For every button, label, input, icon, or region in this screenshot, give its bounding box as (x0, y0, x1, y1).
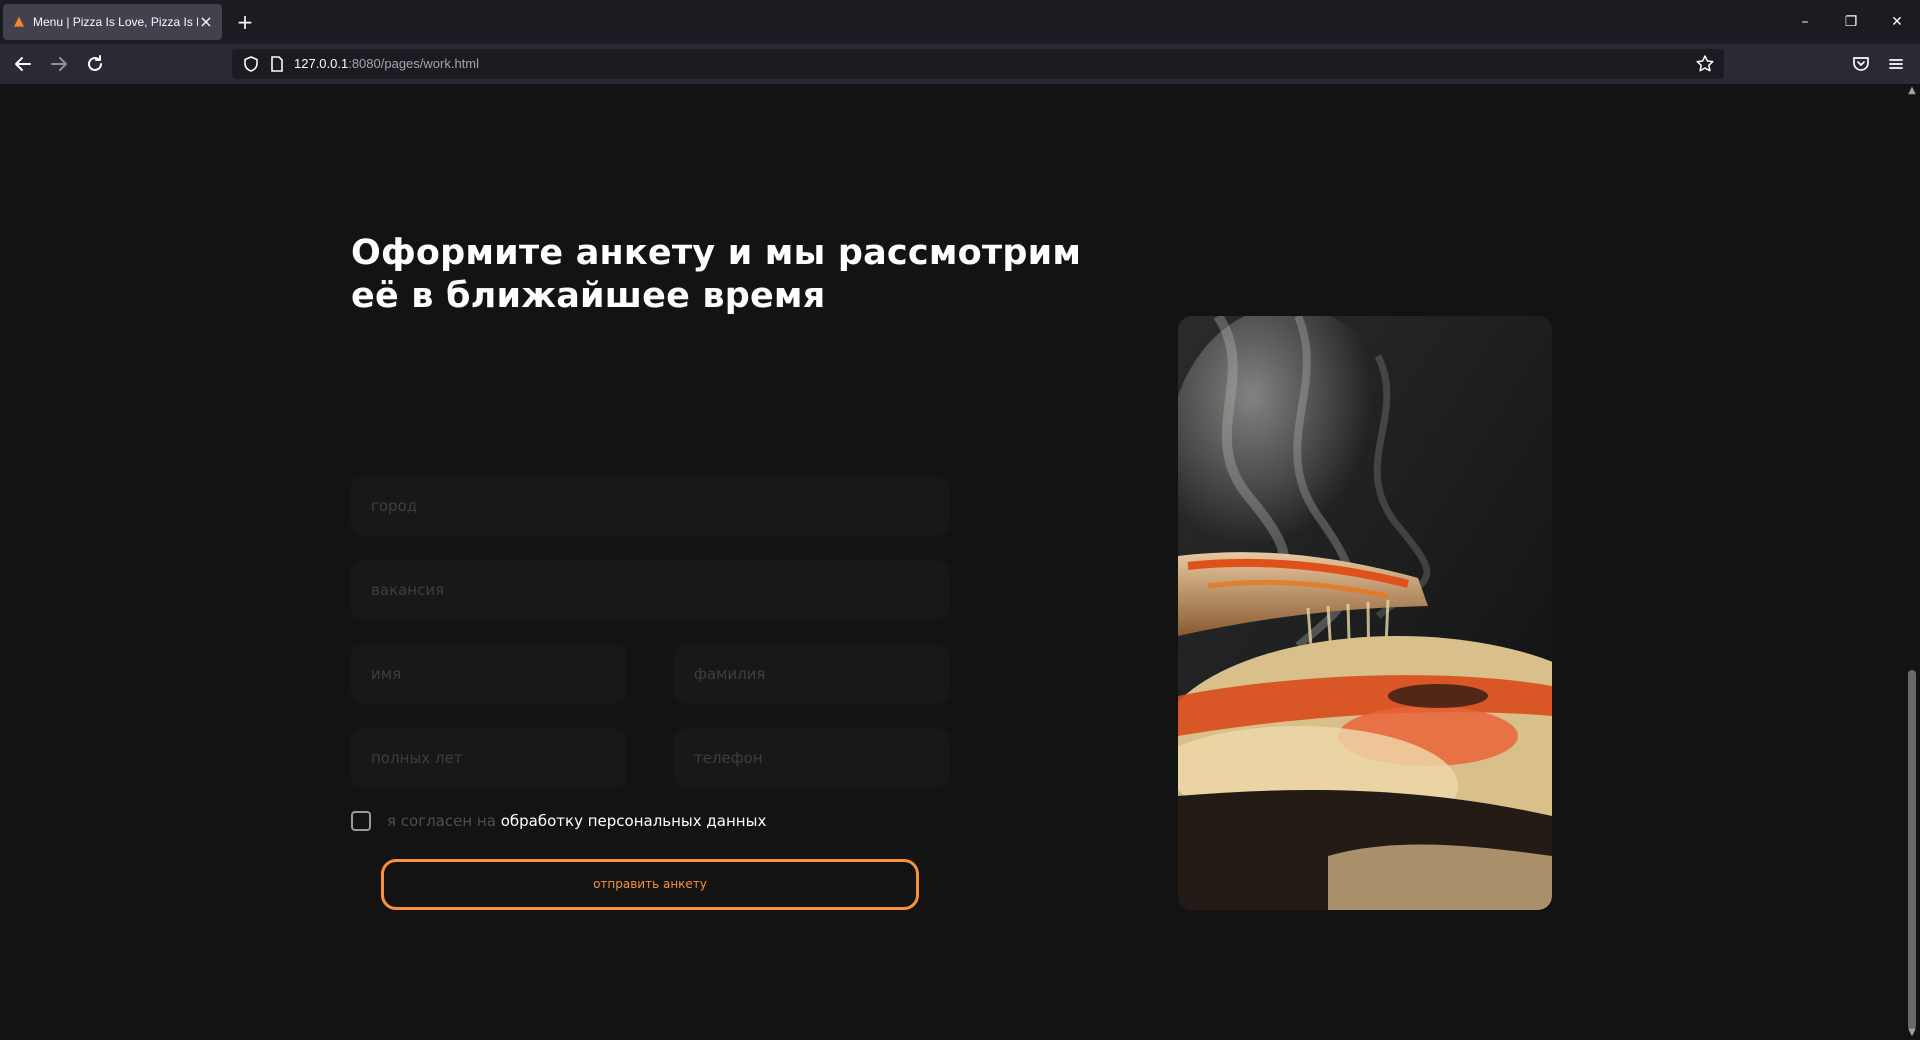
scroll-up-icon[interactable]: ▲ (1904, 84, 1920, 98)
forward-arrow-icon[interactable] (47, 52, 71, 76)
phone-field[interactable] (674, 729, 949, 787)
pizza-photo (1178, 316, 1552, 910)
tab-strip: ▲ Menu | Pizza Is Love, Pizza Is Life × … (0, 0, 1920, 44)
consent-row: я согласен на обработку персональных дан… (351, 811, 766, 831)
submit-form-button[interactable]: отправить анкету (381, 859, 919, 910)
url-host: 127.0.0.1 (294, 56, 349, 71)
page-scrollbar[interactable]: ▲ ▼ (1904, 84, 1920, 1040)
page-title: Оформите анкету и мы рассмотрим её в бли… (351, 233, 1082, 316)
navigation-toolbar: 127.0.0.1:8080/pages/work.html (0, 44, 1920, 84)
tab-title: Menu | Pizza Is Love, Pizza Is Life (33, 15, 198, 29)
consent-checkbox[interactable] (351, 811, 371, 831)
hamburger-menu-icon[interactable] (1884, 52, 1908, 76)
age-field[interactable] (351, 729, 626, 787)
scroll-down-icon[interactable]: ▼ (1904, 1026, 1920, 1040)
city-field[interactable] (351, 477, 949, 535)
pocket-icon[interactable] (1849, 52, 1873, 76)
reload-icon[interactable] (83, 52, 107, 76)
page-icon[interactable] (268, 55, 286, 73)
page-viewport (0, 84, 1904, 1040)
star-icon[interactable] (1694, 53, 1716, 75)
browser-tab[interactable]: ▲ Menu | Pizza Is Love, Pizza Is Life × (3, 4, 222, 40)
pizza-favicon-icon: ▲ (14, 14, 24, 29)
first-name-field[interactable] (351, 645, 626, 703)
restore-button[interactable]: ❐ (1828, 10, 1874, 34)
address-bar[interactable]: 127.0.0.1:8080/pages/work.html (232, 49, 1724, 79)
url-text[interactable]: 127.0.0.1:8080/pages/work.html (294, 55, 479, 73)
vacancy-field[interactable] (351, 561, 949, 619)
consent-prefix: я согласен на (387, 812, 501, 830)
url-path: :8080/pages/work.html (348, 56, 480, 71)
back-arrow-icon[interactable] (11, 52, 35, 76)
close-window-button[interactable]: ✕ (1874, 10, 1920, 34)
last-name-field[interactable] (674, 645, 949, 703)
consent-label: я согласен на обработку персональных дан… (387, 812, 766, 830)
minimize-button[interactable]: – (1782, 10, 1828, 34)
personal-data-link[interactable]: обработку персональных данных (501, 812, 767, 830)
shield-icon[interactable] (242, 55, 260, 73)
tab-close-icon[interactable]: × (198, 14, 214, 30)
new-tab-button[interactable]: + (234, 11, 256, 33)
scrollbar-thumb[interactable] (1908, 670, 1916, 1030)
